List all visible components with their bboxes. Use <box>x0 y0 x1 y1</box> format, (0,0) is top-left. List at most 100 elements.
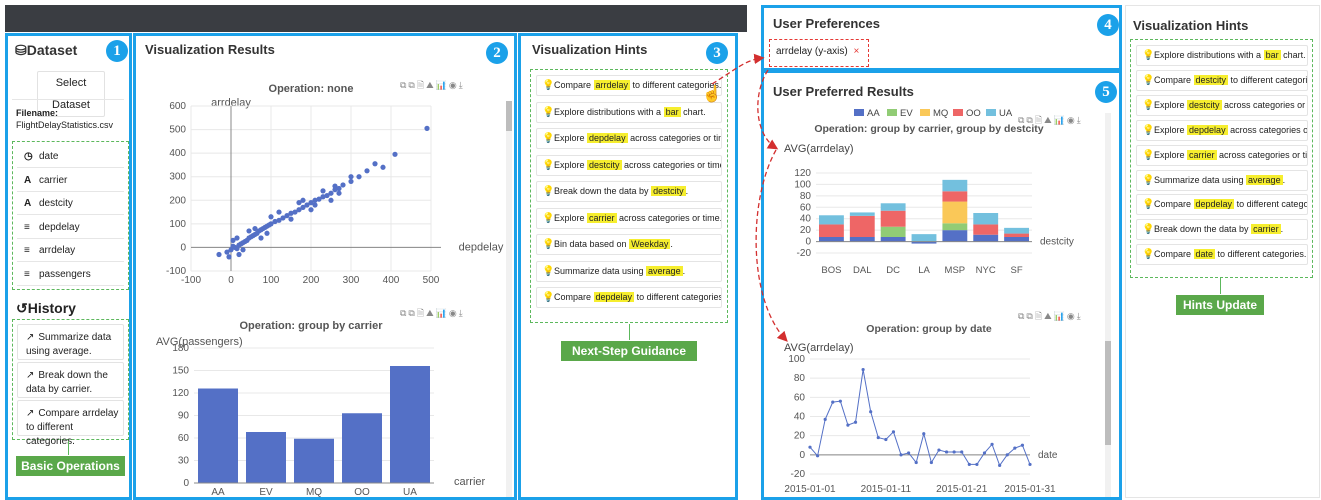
hint-text: Explore <box>554 159 588 170</box>
legend-swatch <box>953 109 963 116</box>
y-tick-label: 100 <box>788 354 805 365</box>
hint-keyword[interactable]: arrdelay <box>593 80 631 90</box>
scatter-point <box>296 200 302 206</box>
hint-item[interactable]: 💡 Summarize data using average. <box>1136 169 1308 191</box>
hint-keyword[interactable]: destcity <box>587 159 622 170</box>
hint-keyword[interactable]: destcity <box>1193 74 1229 85</box>
hint-keyword[interactable]: depdelay <box>1193 199 1235 210</box>
dataset-title: ⛁Dataset <box>15 42 78 58</box>
hint-item[interactable]: 💡 Compare arrdelay to different categorie… <box>536 75 722 96</box>
x-tick-label: 2015-01-21 <box>936 484 988 495</box>
hint-item[interactable]: 💡Explore depdelay across categories or t… <box>1136 119 1308 141</box>
stacked-bar-segment <box>880 210 906 227</box>
bar <box>294 438 334 483</box>
line-point <box>937 448 941 452</box>
history-item[interactable]: ↗ Summarize data using average. <box>17 324 124 360</box>
numeric-type-icon: ≡ <box>24 269 30 280</box>
hint-item[interactable]: 💡 Explore distributions with a bar chart. <box>1136 45 1308 66</box>
hint-keyword[interactable]: destcity <box>651 186 686 196</box>
hint-keyword[interactable]: Weekday <box>629 239 671 249</box>
hint-text: across categories or time. <box>621 159 722 170</box>
hint-keyword[interactable]: average <box>646 265 683 276</box>
y-tick-label: 150 <box>172 366 189 377</box>
y-tick-label: 500 <box>169 125 186 136</box>
line-point <box>899 453 903 457</box>
hint-item[interactable]: 💡 Break down the data by destcity. <box>536 181 722 202</box>
history-item[interactable]: ↗ Break down the data by carrier. <box>17 362 124 398</box>
field-item-passengers[interactable]: ≡ passengers <box>17 264 124 286</box>
hint-item[interactable]: 💡 Bin data based on Weekday. <box>536 234 722 255</box>
chart-title: Operation: group by carrier <box>239 320 383 332</box>
history-item[interactable]: ↗ Compare arrdelay to different categorie… <box>17 400 124 447</box>
hint-keyword[interactable]: average <box>1246 174 1283 185</box>
hint-keyword[interactable]: depdelay <box>593 292 635 302</box>
hint-keyword[interactable]: bar <box>663 106 681 117</box>
y-tick-label: 60 <box>178 433 190 444</box>
stacked-bar-segment <box>942 201 968 224</box>
y-axis-label: AVG(passengers) <box>156 336 243 348</box>
field-item-arrdelay[interactable]: ≡ arrdelay <box>17 240 124 263</box>
line-point <box>884 437 888 442</box>
scatter-chart: Operation: nonearrdelay-1000100200300400… <box>166 83 504 286</box>
hint-keyword[interactable]: depdelay <box>587 133 628 143</box>
history-icon: ↺ <box>16 300 28 316</box>
hint-item[interactable]: 💡Compare depdelay to different categorie… <box>536 287 722 308</box>
field-item-destcity[interactable]: Adestcity <box>17 193 124 216</box>
lightbulb-icon: 💡 <box>542 212 555 224</box>
field-name: destcity <box>39 198 73 210</box>
hint-item[interactable]: 💡 Compare date to different categories. <box>1136 244 1308 266</box>
x-tick-label: -100 <box>181 275 201 286</box>
hints-update-box: 💡 Explore distributions with a bar chart.… <box>1130 39 1313 278</box>
hint-item[interactable]: 💡Explore depdelay across categories or t… <box>536 128 722 149</box>
scatter-point <box>340 182 346 188</box>
scatter-point <box>348 174 354 180</box>
field-item-date[interactable]: ◷ date <box>17 146 124 168</box>
hint-keyword[interactable]: depdelay <box>1187 124 1228 135</box>
scatter-point <box>276 209 282 215</box>
stacked-bar-segment <box>880 203 906 211</box>
results-title: Visualization Results <box>145 42 275 57</box>
scatter-point <box>380 164 386 170</box>
hint-item[interactable]: 💡 Break down the data by carrier. <box>1136 219 1308 241</box>
stacked-bar-segment <box>911 234 937 242</box>
hint-keyword[interactable]: carrier <box>1251 224 1281 235</box>
scatter-point <box>288 216 294 222</box>
hint-item[interactable]: 💡 Explore carrier across categories or ti… <box>1136 144 1308 166</box>
lightbulb-icon: 💡 <box>542 186 555 197</box>
scatter-point <box>336 190 342 196</box>
lightbulb-icon: 💡 <box>1142 224 1155 236</box>
hint-keyword[interactable]: bar <box>1263 50 1281 60</box>
line-point <box>975 462 979 467</box>
hint-keyword[interactable]: carrier <box>1187 149 1217 160</box>
hint-item[interactable]: 💡Compare destcity to different categorie… <box>1136 69 1308 91</box>
scrollbar[interactable] <box>1105 113 1111 497</box>
x-axis-label: depdelay <box>459 241 504 253</box>
field-name: date <box>39 151 59 162</box>
stacked-bar-segment <box>942 230 968 242</box>
bar <box>198 388 238 483</box>
preference-tag[interactable]: arrdelay (y-axis) × <box>769 39 869 67</box>
field-item-carrier[interactable]: Acarrier <box>17 170 124 192</box>
hint-text: Explore <box>1154 149 1188 160</box>
x-tick-label: 2015-01-11 <box>861 484 912 495</box>
hint-item[interactable]: 💡 Explore carrier across categories or ti… <box>536 207 722 229</box>
hint-item[interactable]: 💡Explore destcity across categories or t… <box>536 154 722 176</box>
hint-item[interactable]: 💡Explore destcity across categories or t… <box>1136 94 1308 116</box>
hint-keyword[interactable]: destcity <box>1187 99 1222 110</box>
remove-tag-icon[interactable]: × <box>853 46 859 57</box>
scrollbar[interactable] <box>506 101 512 497</box>
hint-item[interactable]: 💡 Summarize data using average. <box>536 260 722 282</box>
hint-item[interactable]: 💡Compare depdelay to different categorie… <box>1136 194 1308 216</box>
hint-text: Summarize data using <box>554 265 647 276</box>
stacked-bar-segment <box>942 179 968 192</box>
field-item-depdelay[interactable]: ≡ depdelay <box>17 217 124 239</box>
history-text: Compare arrdelay to different categories… <box>26 408 119 447</box>
stacked-bar-segment <box>973 224 999 235</box>
hint-item[interactable]: 💡 Explore distributions with a bar chart. <box>536 101 722 123</box>
lightbulb-icon: 💡 <box>1142 149 1155 161</box>
hint-keyword[interactable]: date <box>1193 249 1216 260</box>
hint-keyword[interactable]: carrier <box>587 212 617 223</box>
history-box: ↗ Summarize data using average. ↗ Break dow… <box>12 319 129 447</box>
line-point <box>929 460 933 465</box>
dataset-panel: 1 ⛁Dataset Select Dataset Filename: Flig… <box>5 33 132 500</box>
